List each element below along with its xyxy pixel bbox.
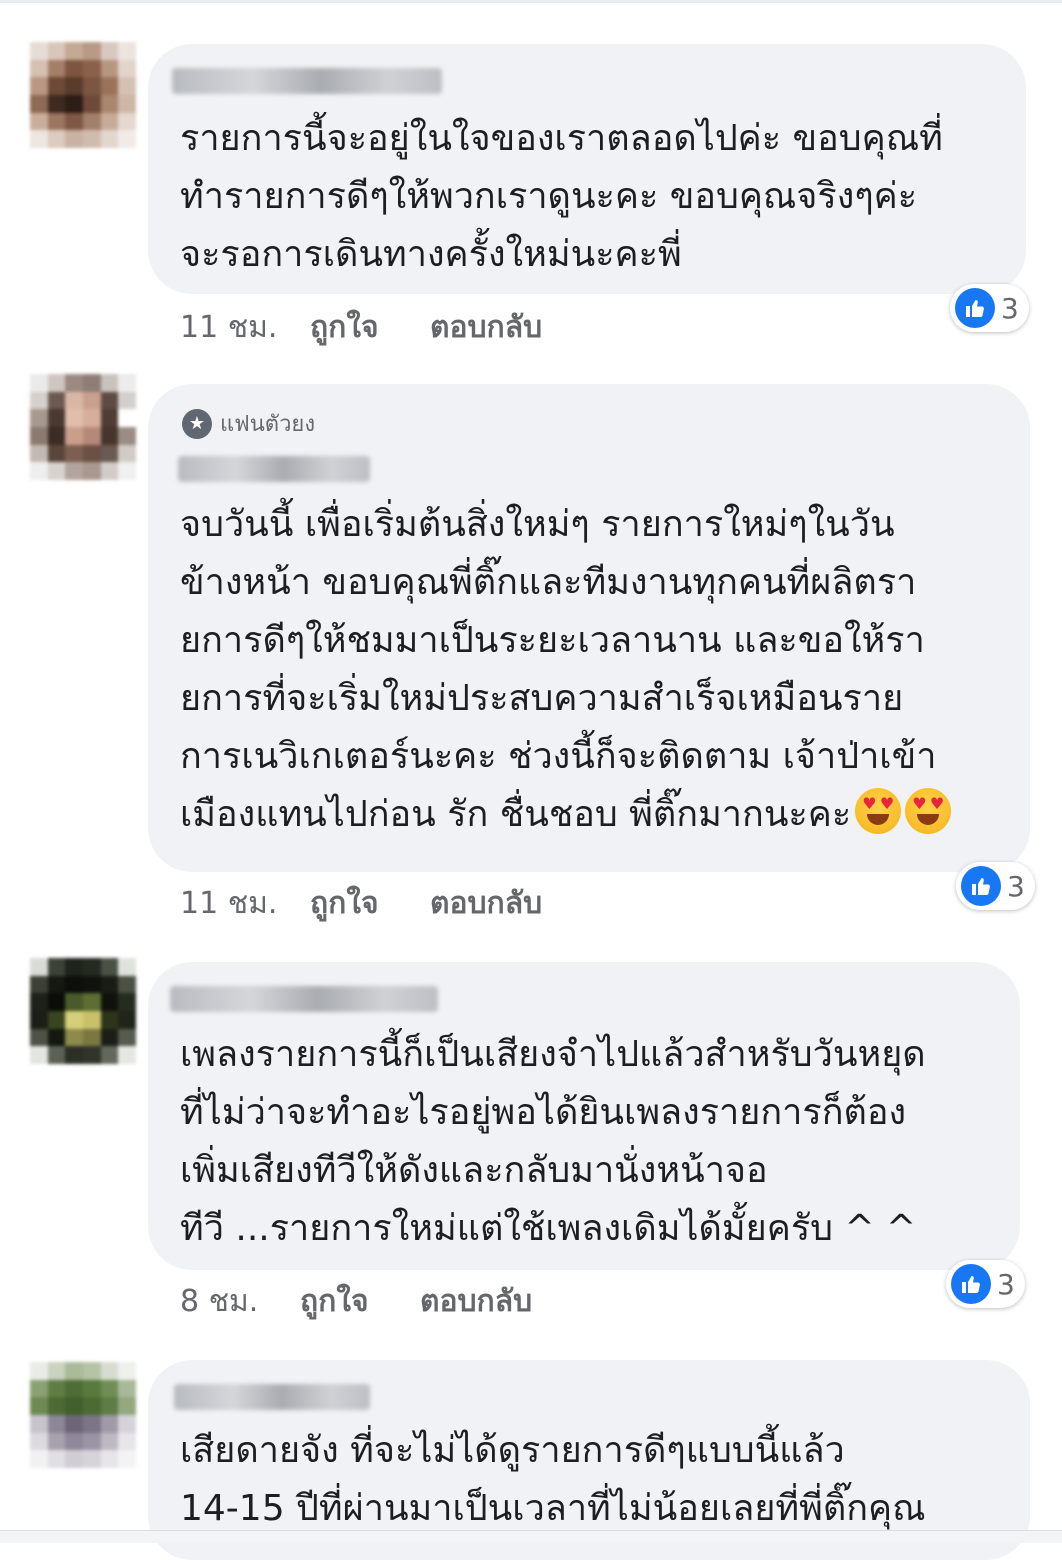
reaction-number: 3 [1007, 869, 1025, 903]
reaction-count[interactable]: 3 [950, 284, 1029, 332]
comment-text: จบวันนี้ เพื่อเริ่มต้นสิ่งใหม่ๆ รายการให… [180, 496, 1008, 844]
comment-actions: 11 ชม. ถูกใจ ตอบกลับ [180, 880, 542, 927]
like-thumb-icon [951, 1264, 991, 1304]
comment-time[interactable]: 11 ชม. [180, 304, 310, 351]
bottom-divider [0, 1530, 1062, 1543]
like-thumb-icon [955, 288, 995, 328]
heart-eyes-emoji-icon [905, 788, 952, 834]
reply-link[interactable]: ตอบกลับ [420, 1278, 532, 1325]
commenter-name[interactable] [174, 1384, 370, 1410]
like-link[interactable]: ถูกใจ [310, 304, 430, 351]
avatar[interactable] [30, 958, 136, 1064]
like-link[interactable]: ถูกใจ [300, 1278, 420, 1325]
like-thumb-icon [961, 866, 1001, 906]
commenter-name[interactable] [170, 986, 438, 1012]
top-fan-badge: ★ แฟนตัวยง [182, 406, 315, 441]
reply-link[interactable]: ตอบกลับ [430, 304, 542, 351]
comment-time[interactable]: 11 ชม. [180, 880, 310, 927]
avatar[interactable] [30, 1362, 136, 1468]
top-divider [0, 0, 1062, 3]
reply-link[interactable]: ตอบกลับ [430, 880, 542, 927]
comment-bubble: เพลงรายการนี้ก็เป็นเสียงจำไปแล้วสำหรับวั… [148, 962, 1020, 1270]
comment-time[interactable]: 8 ชม. [180, 1278, 300, 1325]
badge-label: แฟนตัวยง [220, 412, 316, 437]
comment-actions: 11 ชม. ถูกใจ ตอบกลับ [180, 304, 542, 351]
reaction-count[interactable]: 3 [946, 1260, 1025, 1308]
like-link[interactable]: ถูกใจ [310, 880, 430, 927]
reaction-count[interactable]: 3 [956, 862, 1035, 910]
star-badge-icon: ★ [182, 408, 212, 439]
comment-bubble: รายการนี้จะอยู่ในใจของเราตลอดไปค่ะ ขอบคุ… [148, 44, 1026, 294]
comment-actions: 8 ชม. ถูกใจ ตอบกลับ [180, 1278, 532, 1325]
comment-bubble: ★ แฟนตัวยง จบวันนี้ เพื่อเริ่มต้นสิ่งใหม… [148, 384, 1030, 872]
commenter-name[interactable] [172, 68, 442, 94]
commenter-name[interactable] [178, 456, 370, 482]
avatar[interactable] [30, 42, 136, 148]
comment-text: รายการนี้จะอยู่ในใจของเราตลอดไปค่ะ ขอบคุ… [180, 118, 943, 275]
reaction-number: 3 [1001, 291, 1019, 325]
avatar[interactable] [30, 374, 136, 480]
heart-eyes-emoji-icon [855, 788, 902, 834]
comment-text: เสียดายจัง ที่จะไม่ได้ดูรายการดีๆแบบนี้แ… [180, 1430, 926, 1529]
comment-text: เพลงรายการนี้ก็เป็นเสียงจำไปแล้วสำหรับวั… [180, 1034, 926, 1249]
reaction-number: 3 [997, 1267, 1015, 1301]
